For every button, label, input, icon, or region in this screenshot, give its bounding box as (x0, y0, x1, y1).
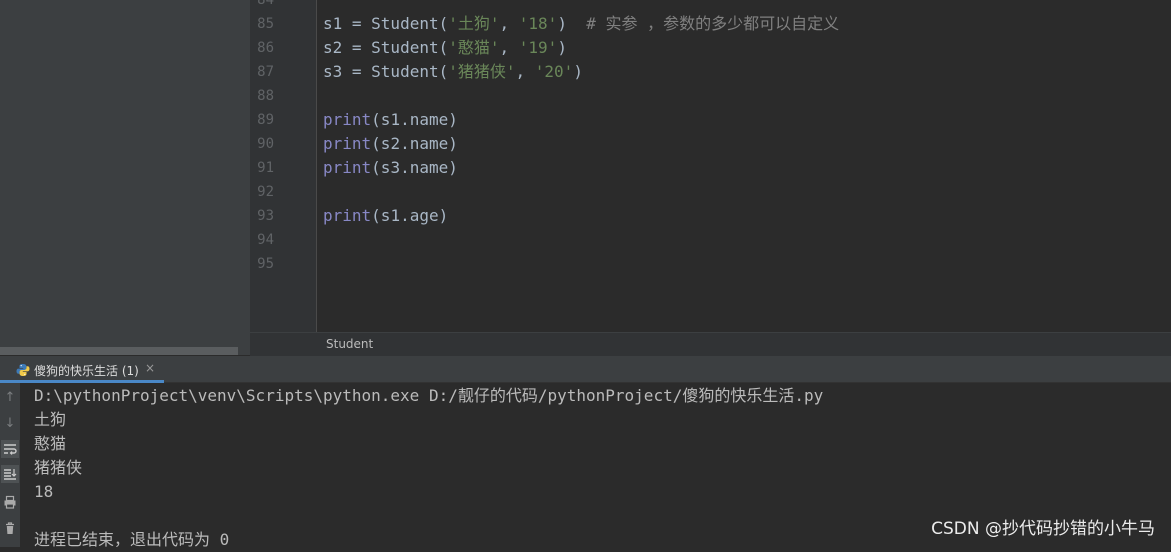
code-text: ) (557, 38, 567, 57)
code-string: '18' (518, 14, 558, 33)
code-line[interactable]: s3 = Student('猪猪侠', '20') (323, 60, 583, 84)
line-number: 92 (257, 184, 274, 200)
code-keyword: print (323, 206, 372, 225)
line-number: 85 (257, 16, 274, 32)
code-text: , (515, 62, 535, 81)
code-string: '憨猫' (448, 38, 500, 57)
code-text: ) (557, 14, 587, 33)
soft-wrap-icon[interactable] (1, 440, 19, 458)
line-number: 89 (257, 112, 274, 128)
code-line[interactable]: s2 = Student('憨猫', '19') (323, 36, 567, 60)
line-number: 94 (257, 232, 274, 248)
code-text: (s2.name) (371, 134, 458, 153)
python-icon (16, 362, 30, 376)
watermark: CSDN @抄代码抄错的小牛马 (931, 519, 1155, 539)
line-number: 93 (257, 208, 274, 224)
code-text: , (499, 14, 519, 33)
arrow-down-icon[interactable]: ↓ (1, 414, 19, 432)
code-line[interactable]: s1 = Student('土狗', '18') # 实参 ，参数的多少都可以自… (323, 12, 839, 36)
code-line[interactable]: print(s1.age) (323, 204, 448, 228)
console-line: 憨猫 (34, 434, 67, 453)
console-line: 猪猪侠 (34, 458, 83, 477)
code-text: s3 = Student( (323, 62, 449, 81)
line-number: 87 (257, 64, 274, 80)
console-line: 土狗 (34, 410, 67, 429)
line-number: 95 (257, 256, 274, 272)
code-keyword: print (323, 158, 372, 177)
code-line[interactable]: print(s3.name) (323, 156, 458, 180)
code-line[interactable]: print(s2.name) (323, 132, 458, 156)
run-tool-window-tabs: 傻狗的快乐生活 (1) × (0, 356, 1171, 383)
breadcrumb: Student (250, 332, 1171, 357)
project-panel (0, 0, 250, 355)
breadcrumb-item-student[interactable]: Student (326, 337, 373, 351)
run-tab[interactable]: 傻狗的快乐生活 (1) × (0, 356, 164, 383)
console-line: D:\pythonProject\venv\Scripts\python.exe… (34, 386, 824, 405)
code-keyword: print (323, 134, 372, 153)
line-number: 88 (257, 88, 274, 104)
code-text: s1 = Student( (323, 14, 449, 33)
line-number: 86 (257, 40, 274, 56)
line-number: 90 (257, 136, 274, 152)
horizontal-scrollbar[interactable] (0, 347, 238, 355)
close-icon[interactable]: × (145, 361, 155, 375)
trash-icon[interactable] (1, 519, 19, 537)
code-text: (s3.name) (371, 158, 458, 177)
code-text: , (499, 38, 519, 57)
console-toolbar: ↑ ↓ (0, 383, 20, 547)
scroll-to-end-icon[interactable] (1, 465, 19, 483)
line-number-gutter: 84 85 86 87 88 89 90 91 92 93 94 95 (250, 0, 317, 332)
line-number: 84 (257, 0, 274, 8)
code-text: ) (573, 62, 583, 81)
line-number: 91 (257, 160, 274, 176)
code-string: '20' (534, 62, 574, 81)
arrow-up-icon[interactable]: ↑ (1, 388, 19, 406)
code-string: '猪猪侠' (448, 62, 516, 81)
print-icon[interactable] (1, 493, 19, 511)
console-line: 进程已结束，退出代码为 0 (34, 530, 230, 549)
code-string: '19' (518, 38, 558, 57)
code-line[interactable]: print(s1.name) (323, 108, 458, 132)
code-text: (s1.age) (371, 206, 449, 225)
code-comment: # 实参 ，参数的多少都可以自定义 (586, 14, 840, 33)
code-text: (s1.name) (371, 110, 458, 129)
code-keyword: print (323, 110, 372, 129)
code-text: s2 = Student( (323, 38, 449, 57)
console-line: 18 (34, 482, 54, 501)
code-string: '土狗' (448, 14, 500, 33)
code-editor[interactable]: s1 = Student('土狗', '18') # 实参 ，参数的多少都可以自… (317, 0, 1171, 332)
run-tab-label: 傻狗的快乐生活 (1) (34, 364, 139, 378)
